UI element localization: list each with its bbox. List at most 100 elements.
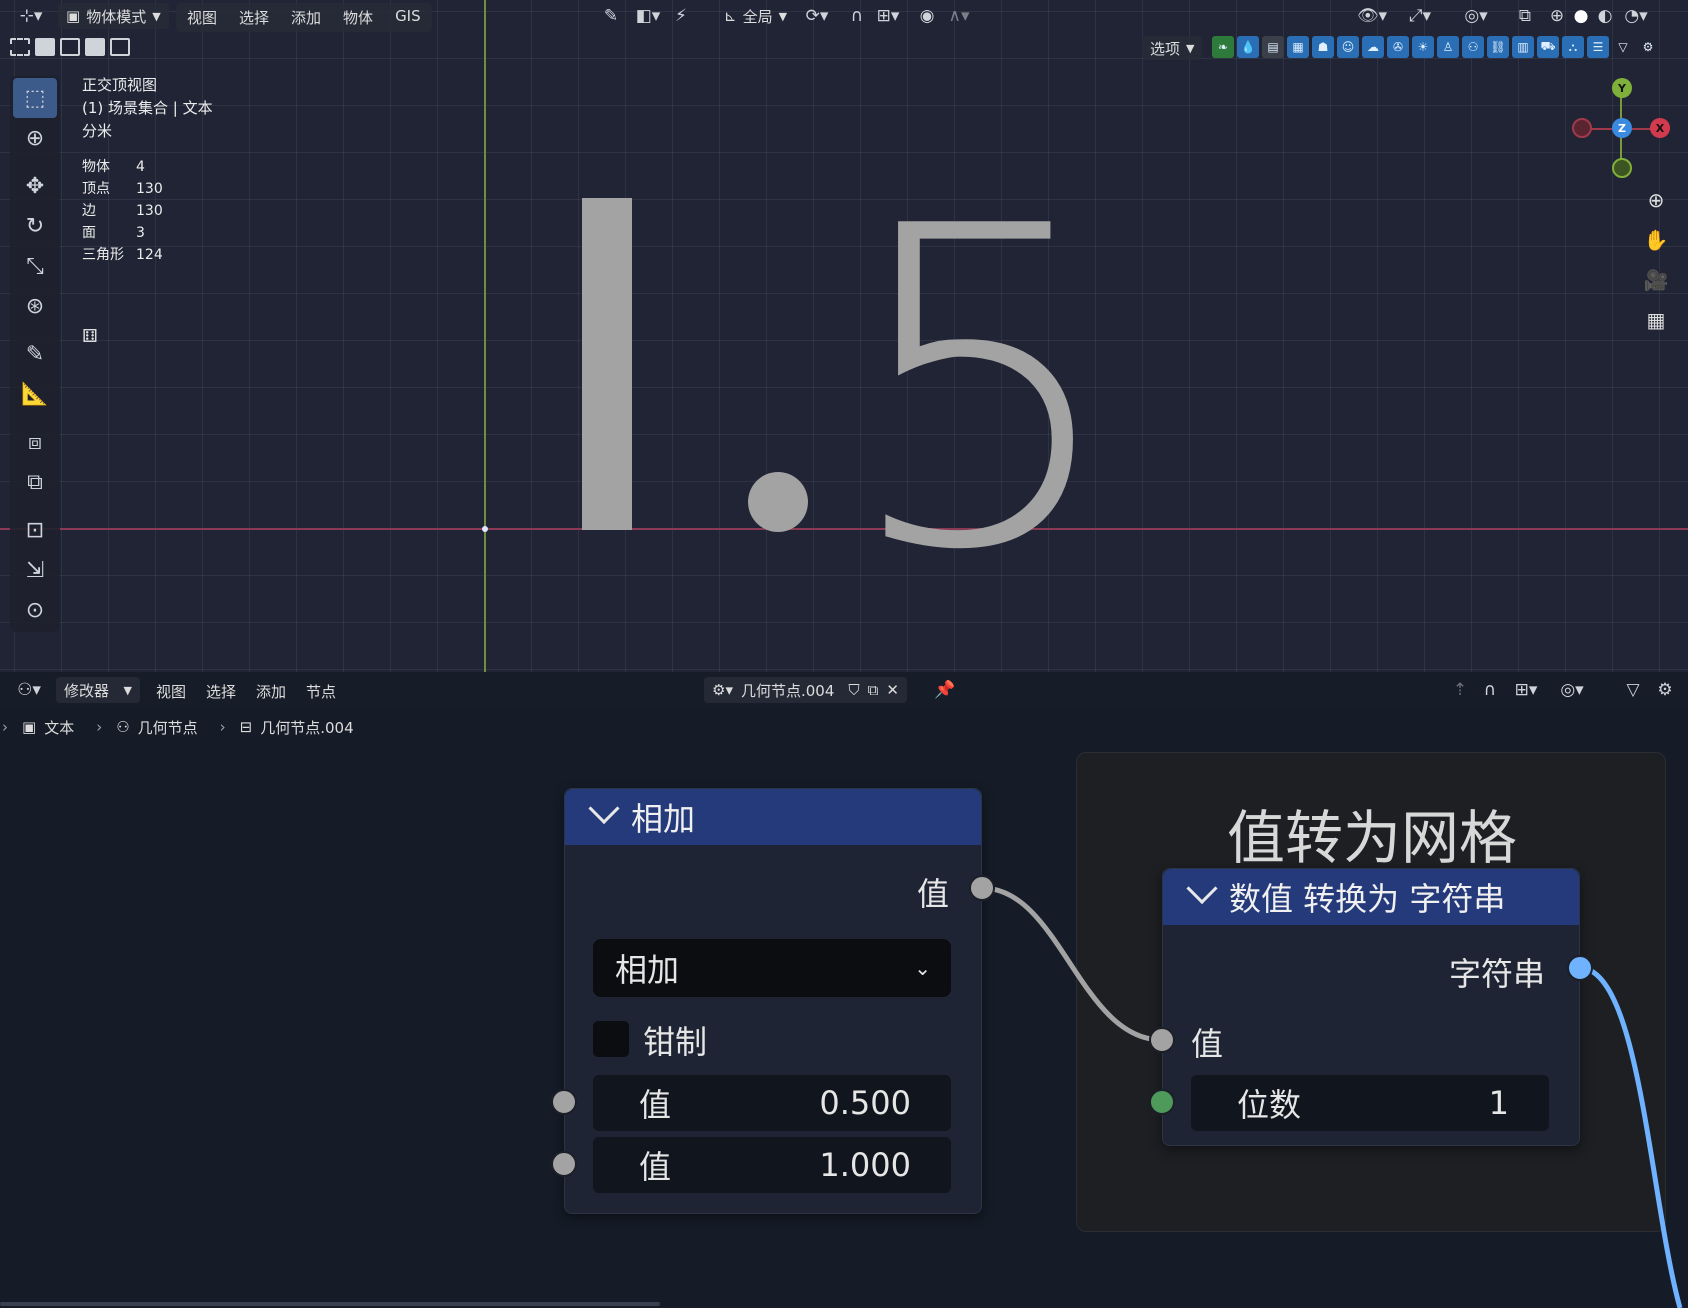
- node-overlays-icon[interactable]: ◎▾: [1550, 677, 1594, 703]
- node-tree-selector[interactable]: ⚙▾ 几何节点.004 ⛉ ⧉ ✕: [704, 677, 907, 703]
- link-icon[interactable]: ⛓: [1487, 36, 1509, 58]
- close-icon[interactable]: ✕: [886, 681, 899, 699]
- snap-toggle-icon[interactable]: ∩: [844, 3, 870, 29]
- menu-view[interactable]: 视图: [146, 681, 196, 702]
- chevron-down-icon[interactable]: [588, 792, 620, 825]
- menu-view[interactable]: 视图: [176, 3, 228, 32]
- shirt-icon[interactable]: ♙: [1437, 36, 1459, 58]
- node-header[interactable]: 相加: [565, 789, 981, 845]
- cloud-icon[interactable]: ☁: [1362, 36, 1384, 58]
- node-header[interactable]: 数值 转换为 字符串: [1163, 869, 1579, 925]
- xray-icon[interactable]: ⧉: [1512, 3, 1538, 29]
- overlays-icon[interactable]: ◎▾: [1454, 3, 1498, 29]
- menu-gis[interactable]: GIS: [384, 3, 432, 32]
- hierarchy-icon[interactable]: ⚇: [1462, 36, 1484, 58]
- menu-node[interactable]: 节点: [296, 681, 346, 702]
- math-add-node[interactable]: 相加 值 相加 ⌄ 钳制 值 0.500 值 1.000: [564, 788, 982, 1214]
- annotate-icon[interactable]: ✎: [13, 334, 57, 374]
- menu-add[interactable]: 添加: [280, 3, 332, 32]
- move-cursor-icon[interactable]: ⇲: [13, 550, 57, 590]
- navigation-gizmo[interactable]: Y X Z: [1566, 76, 1670, 178]
- gizmo-neg-y-ball[interactable]: [1612, 158, 1632, 178]
- filter-icon[interactable]: ▽: [1620, 677, 1646, 703]
- scene-collection-icon[interactable]: ❧: [1212, 36, 1234, 58]
- wireframe-shading-icon[interactable]: ⊕: [1544, 3, 1570, 29]
- select-new-icon[interactable]: [10, 38, 30, 56]
- zoom-icon[interactable]: ⊕: [1642, 186, 1670, 214]
- transform-pivot-icon[interactable]: ⊙: [13, 590, 57, 630]
- input-socket-value[interactable]: [1149, 1027, 1175, 1053]
- value-input-2[interactable]: 值 1.000: [593, 1137, 951, 1193]
- snap-target-icon[interactable]: ⊞▾: [870, 3, 906, 29]
- frame-select-icon[interactable]: ⊡: [13, 510, 57, 550]
- grid-icon[interactable]: ▦: [1642, 306, 1670, 334]
- menu-select[interactable]: 选择: [196, 681, 246, 702]
- render-shading-icon[interactable]: ◔▾: [1616, 3, 1656, 29]
- film-icon[interactable]: ✇: [1387, 36, 1409, 58]
- material-shading-icon[interactable]: ◐: [1592, 3, 1618, 29]
- duplicate-icon[interactable]: ⧉: [868, 681, 879, 699]
- parent-node-tree-icon[interactable]: ⇡: [1448, 677, 1472, 703]
- menu-select[interactable]: 选择: [228, 3, 280, 32]
- filter-icon[interactable]: ▽: [1612, 36, 1634, 58]
- input-socket-value-1[interactable]: [551, 1089, 577, 1115]
- pan-hand-icon[interactable]: ✋: [1642, 226, 1670, 254]
- mode-select[interactable]: ▣ 物体模式 ▼: [58, 3, 169, 29]
- pin-icon[interactable]: 📌: [932, 677, 958, 703]
- select-extend-icon[interactable]: [35, 38, 55, 56]
- fluid-icon[interactable]: 💧: [1237, 36, 1259, 58]
- shear-icon[interactable]: ⧉: [13, 462, 57, 502]
- menu-object[interactable]: 物体: [332, 3, 384, 32]
- visibility-icon[interactable]: 👁▾: [1354, 3, 1390, 29]
- solid-shading-icon[interactable]: ●: [1568, 3, 1594, 29]
- falloff-icon[interactable]: ◧▾: [630, 3, 666, 29]
- image-icon[interactable]: ▤: [1262, 36, 1284, 58]
- list-icon[interactable]: ☰: [1587, 36, 1609, 58]
- scale-icon[interactable]: ⤡: [13, 246, 57, 286]
- light-icon[interactable]: ☀: [1412, 36, 1434, 58]
- cursor-icon[interactable]: ⊕: [13, 118, 57, 158]
- gizmo-y-ball[interactable]: Y: [1612, 78, 1632, 98]
- select-subtract-icon[interactable]: [60, 38, 80, 56]
- breadcrumb-item-object[interactable]: ▣ 文本: [22, 717, 74, 738]
- stairs-icon[interactable]: ⛬: [1562, 36, 1584, 58]
- geometry-type-select[interactable]: 修改器 ▼: [56, 677, 140, 703]
- gizmo-x-ball[interactable]: X: [1650, 118, 1670, 138]
- chevron-down-icon[interactable]: [1186, 872, 1218, 905]
- value-input-1[interactable]: 值 0.500: [593, 1075, 951, 1131]
- gear-icon[interactable]: ⚙: [1637, 36, 1659, 58]
- select-box-icon[interactable]: ⬚: [13, 78, 57, 118]
- value-to-string-node[interactable]: 数值 转换为 字符串 字符串 值 位数 1: [1162, 868, 1580, 1146]
- fake-user-shield-icon[interactable]: ⛉: [848, 681, 859, 699]
- horizontal-scrollbar[interactable]: [0, 1302, 660, 1306]
- rotate-icon[interactable]: ↻: [13, 206, 57, 246]
- people-icon[interactable]: ☗: [1312, 36, 1334, 58]
- measure-icon[interactable]: 📐: [13, 374, 57, 414]
- clamp-checkbox[interactable]: [593, 1021, 629, 1057]
- add-cube-icon[interactable]: ⧈: [13, 422, 57, 462]
- gizmo-neg-x-ball[interactable]: [1572, 118, 1592, 138]
- car-icon[interactable]: ⛟: [1537, 36, 1559, 58]
- 3d-viewport[interactable]: 5 ⊹▾ ▣ 物体模式 ▼ 视图 选择 添加 物体 GIS ✎ ◧▾ ⚡ ⊾ 全…: [0, 0, 1688, 672]
- eyedropper-icon[interactable]: ✎: [598, 3, 624, 29]
- select-invert-icon[interactable]: [85, 38, 105, 56]
- transform-icon[interactable]: ⊛: [13, 286, 57, 326]
- breadcrumb-item-modifier[interactable]: ⚇ 几何节点: [116, 717, 197, 738]
- output-socket-string[interactable]: [1567, 955, 1593, 981]
- options-dropdown[interactable]: 选项 ▼: [1142, 36, 1203, 60]
- snap-grid-icon[interactable]: ⊞▾: [1508, 677, 1544, 703]
- node-editor-type-icon[interactable]: ⚇▾: [10, 677, 48, 703]
- menu-add[interactable]: 添加: [246, 681, 296, 702]
- move-icon[interactable]: ✥: [13, 166, 57, 206]
- pivot-point-icon[interactable]: ⟳▾: [800, 3, 834, 29]
- output-socket-value[interactable]: [969, 875, 995, 901]
- camera-icon[interactable]: 🎥: [1642, 266, 1670, 294]
- proportional-edit-icon[interactable]: ◉: [914, 3, 940, 29]
- gizmo-z-ball[interactable]: Z: [1612, 118, 1632, 138]
- texture-icon[interactable]: ▦: [1287, 36, 1309, 58]
- breadcrumb-item-node-tree[interactable]: ⊟ 几何节点.004: [240, 717, 354, 738]
- user-icon[interactable]: ☺: [1337, 36, 1359, 58]
- operation-dropdown[interactable]: 相加 ⌄: [593, 939, 951, 997]
- input-socket-decimals[interactable]: [1149, 1089, 1175, 1115]
- transform-affect-icon[interactable]: ⚡: [668, 3, 694, 29]
